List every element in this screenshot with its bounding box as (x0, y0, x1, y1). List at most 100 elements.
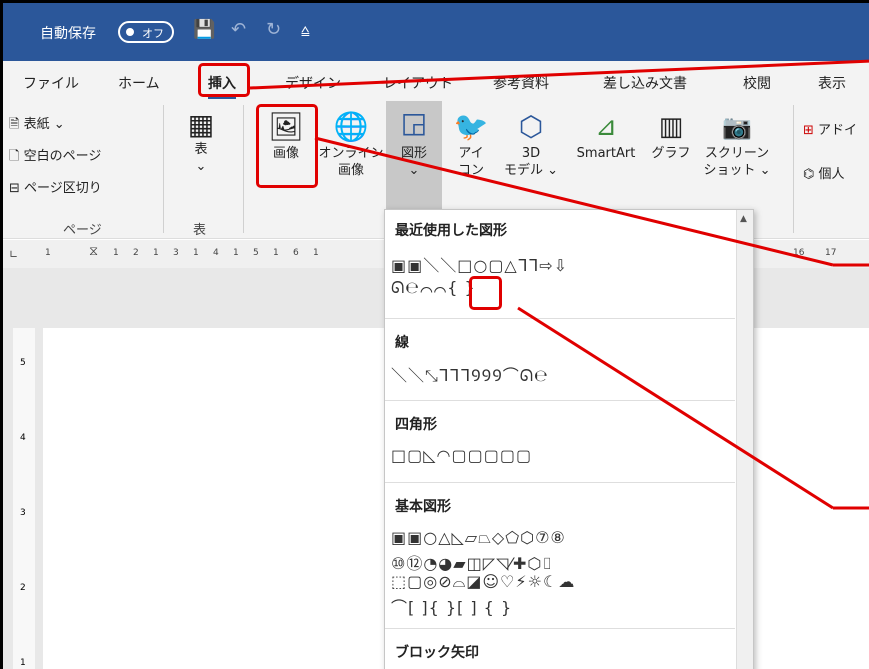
image-button-highlight (256, 104, 318, 188)
icons-label-1: アイ (458, 146, 484, 161)
smartart-label: SmartArt (576, 146, 636, 161)
tab-layout[interactable]: レイアウト (383, 73, 453, 93)
shapes-button[interactable]: ◲ 図形 ⌄ (386, 101, 442, 209)
icons-button[interactable]: 🐦 アイ コン (451, 109, 491, 179)
page-group-label: ページ (63, 223, 102, 238)
divider (163, 105, 164, 233)
basic-shapes-heading: 基本図形 (395, 499, 451, 515)
rectangles-row[interactable]: □▢◺◠▢▢▢▢▢ (391, 446, 532, 465)
smartart-button[interactable]: ⊿ SmartArt (569, 109, 643, 162)
basic-shapes-row-4[interactable]: ⌒[ ]{ }[ ] { } (391, 594, 512, 618)
graph-label: グラフ (651, 146, 691, 161)
tab-view[interactable]: 表示 (818, 73, 846, 93)
ruler-tick: 3 (173, 248, 179, 258)
title-bar: 自動保存 オフ 💾 ↶ ↻ ⩠ (3, 3, 869, 61)
save-icon[interactable]: 💾 (193, 19, 215, 40)
indent-marker-icon[interactable]: ⧖ (89, 244, 98, 259)
vruler-tick: 3 (20, 508, 26, 518)
table-label: 表 (194, 142, 208, 157)
screenshot-frame: 自動保存 オフ 💾 ↶ ↻ ⩠ ファイル ホーム 挿入 デザイン レイアウト 参… (0, 0, 869, 669)
rectangles-heading: 四角形 (395, 417, 437, 433)
ruler-tick: 1 (313, 248, 319, 258)
3d-model-button[interactable]: ⬡ 3D モデル ⌄ (503, 109, 559, 179)
online-image-label-1: オンライン (318, 146, 384, 161)
recent-shapes-heading: 最近使用した図形 (395, 223, 507, 239)
addin-button[interactable]: ⊞ アドイ (803, 119, 857, 138)
screenshot-button[interactable]: 📷 スクリーン ショット ⌄ (703, 109, 771, 179)
basic-shapes-row-2[interactable]: ⑩⑫◔◕▰◫◸◹⁄✚⬡⌷ (391, 550, 553, 574)
screenshot-label-1: スクリーン (704, 146, 770, 161)
icons-label-2: コン (457, 163, 484, 178)
ruler-tick: 1 (233, 248, 239, 258)
icons-icon: 🐦 (453, 110, 489, 143)
blank-page-button[interactable]: 🗋 空白のページ (9, 145, 101, 169)
lines-heading: 線 (395, 335, 409, 351)
graph-button[interactable]: ▥ グラフ (651, 109, 691, 162)
3d-cube-icon: ⬡ (518, 110, 544, 143)
insert-tab-highlight (198, 63, 250, 97)
table-icon: ▦ (187, 108, 215, 141)
ruler-tick: 16 (793, 248, 805, 258)
ruler-tick: 4 (213, 248, 219, 258)
autosave-toggle[interactable]: オフ (118, 21, 174, 43)
curve-shape-highlight (469, 276, 502, 310)
ruler-tick: 1 (273, 248, 279, 258)
vruler-tick: 5 (20, 358, 26, 368)
table-button[interactable]: ▦ 表 ⌄ (181, 109, 221, 175)
chevron-down-icon: ⌄ (408, 163, 420, 178)
ruler-tick: 2 (133, 248, 139, 258)
ribbon-tabs: ファイル ホーム 挿入 デザイン レイアウト 参考資料 差し込み文書 校閲 表示 (3, 61, 869, 101)
ruler-tick: 1 (45, 248, 51, 258)
recent-shapes-row-1[interactable]: ▣▣＼＼□○▢△ᒣᒣ⇨⇩ (391, 252, 568, 276)
smartart-icon: ⊿ (595, 112, 617, 142)
basic-shapes-row-3[interactable]: ⬚▢◎⊘⌓◪☺♡⚡☼☾☁ (391, 572, 575, 592)
screenshot-label-2: ショット ⌄ (703, 163, 771, 178)
block-arrows-heading: ブロック矢印 (395, 645, 479, 661)
online-image-button[interactable]: 🌐 オンライン 画像 (318, 109, 384, 179)
divider (385, 482, 735, 483)
shapes-icon: ◲ (400, 106, 428, 139)
tab-references[interactable]: 参考資料 (493, 73, 549, 93)
3d-label-1: 3D (521, 146, 541, 161)
gallery-scrollbar[interactable]: ▲ (736, 210, 753, 669)
divider (385, 318, 735, 319)
page-break-button[interactable]: ⊟ ページ区切り (9, 177, 102, 196)
tab-mailings[interactable]: 差し込み文書 (603, 73, 687, 93)
tab-file[interactable]: ファイル (23, 73, 79, 93)
vruler-tick: 2 (20, 583, 26, 593)
undo-icon[interactable]: ↶ (231, 19, 246, 40)
divider (243, 105, 244, 233)
personal-addin-button[interactable]: ⌬ 個人 (803, 163, 845, 182)
redo-icon[interactable]: ↻ (266, 19, 281, 40)
ruler-tick: 6 (293, 248, 299, 258)
scroll-up-icon[interactable]: ▲ (740, 214, 751, 225)
customize-quick-access-icon[interactable]: ⩠ (301, 23, 310, 39)
recent-shapes-row-2[interactable]: ᘏ℮⌒⌒{ } (391, 278, 476, 298)
screenshot-icon: 📷 (722, 113, 752, 141)
divider (385, 400, 735, 401)
toggle-dot-icon (126, 28, 134, 36)
online-image-icon: 🌐 (333, 110, 369, 143)
cover-page-button[interactable]: 🗎 表紙 ⌄ (9, 113, 65, 137)
3d-label-2: モデル ⌄ (503, 163, 559, 178)
table-group-label: 表 (193, 223, 207, 238)
toggle-label: オフ (142, 27, 164, 40)
tab-design[interactable]: デザイン (285, 73, 341, 93)
tab-review[interactable]: 校閲 (743, 73, 771, 93)
online-image-label-2: 画像 (337, 163, 364, 178)
lines-row[interactable]: ＼＼⤡ᒣᒣᒣꝮꝮꝮ⌒ᘏ℮ (391, 362, 549, 386)
vruler-tick: 1 (20, 658, 26, 668)
ruler-tick: 1 (113, 248, 119, 258)
ruler-tick: 5 (253, 248, 259, 258)
tab-stop-icon[interactable]: ∟ (9, 248, 18, 261)
shapes-label: 図形 (400, 146, 427, 161)
tab-home[interactable]: ホーム (118, 73, 160, 93)
divider (385, 628, 735, 629)
ruler-tick: 1 (153, 248, 159, 258)
chevron-down-icon: ⌄ (195, 159, 207, 174)
autosave-label: 自動保存 (40, 26, 96, 42)
ruler-tick: 1 (193, 248, 199, 258)
basic-shapes-row-1[interactable]: ▣▣○△◺▱⏢◇⬠⬡⑦⑧ (391, 528, 566, 548)
shapes-gallery: ▲ 最近使用した図形 ▣▣＼＼□○▢△ᒣᒣ⇨⇩ ᘏ℮⌒⌒{ } 線 ＼＼⤡ᒣᒣᒣ… (384, 209, 754, 669)
vertical-ruler[interactable]: 5 4 3 2 1 (13, 328, 35, 669)
